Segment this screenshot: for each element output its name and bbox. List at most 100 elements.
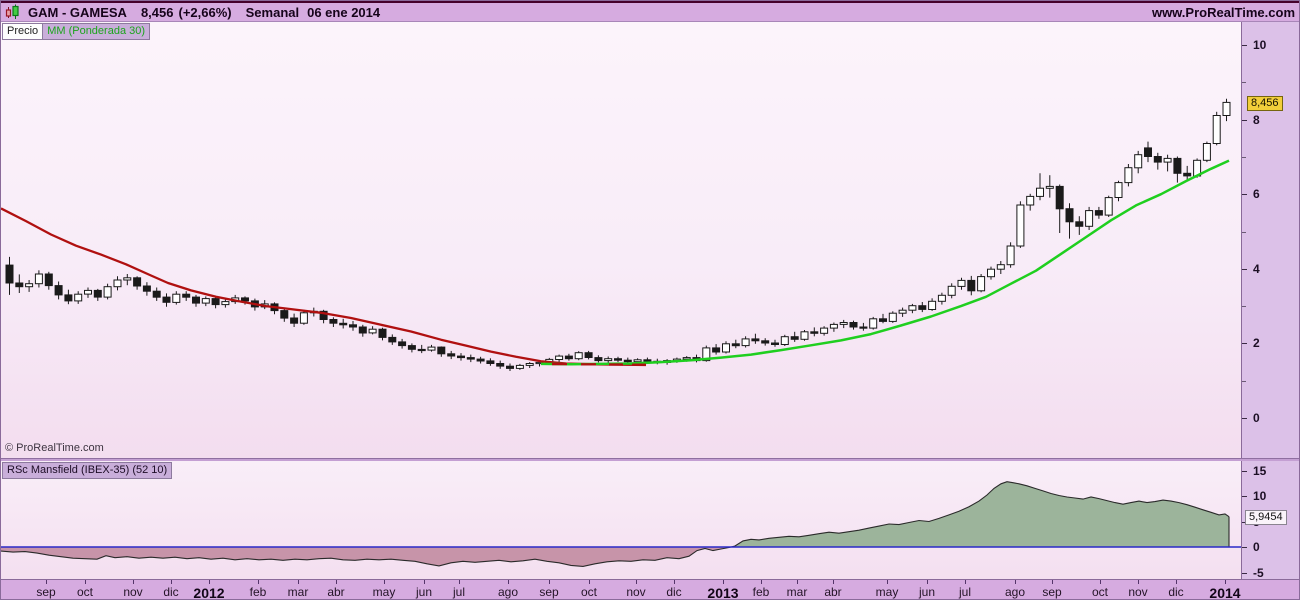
candle-body [447,353,456,357]
candle-body [133,277,142,287]
time-axis-month-label: sep [539,585,559,599]
time-axis-month-label: jun [415,585,433,599]
time-axis-year-label: 2012 [193,585,225,600]
candle-body [339,322,348,326]
price-axis-tick [1242,269,1247,270]
symbol-name: GAM - GAMESA [28,4,127,20]
candle-body [771,342,779,345]
time-axis-month-label: oct [580,585,598,599]
time-axis-tick [209,580,210,584]
price-axis-tick [1242,418,1247,419]
time-axis-tick [1225,580,1226,584]
moving-average-chip[interactable]: MM (Ponderada 30) [43,23,151,40]
candle-body [84,289,92,295]
price-axis-tick-label: 4 [1253,262,1260,276]
rsc-mansfield-plot[interactable] [1,461,1241,579]
price-axis-tick [1242,343,1247,344]
time-axis-month-label: nov [1128,585,1148,599]
price-axis-tick [1242,45,1247,46]
time-axis-month-label: nov [626,585,646,599]
rsc-axis[interactable]: 5,9454 151050-5 [1241,461,1299,580]
website-link[interactable]: www.ProRealTime.com [1152,5,1295,20]
candle-body [780,336,789,346]
candle-body [437,346,446,355]
last-price: 8,456 [140,4,174,20]
time-axis-tick [549,580,550,584]
candle-body [182,293,191,298]
time-axis-tick [1015,580,1016,584]
candle-body [859,326,868,329]
ma-falling-line [1,207,647,367]
time-axis-month-label: mar [287,585,309,599]
candle-body [604,358,613,362]
candles [5,98,1231,371]
candle-body [496,363,505,367]
candle-body [486,360,495,364]
time-axis-tick [887,580,888,584]
candle-body [987,268,995,278]
candle-body [1134,154,1143,169]
price-axis-tick-label: 6 [1253,187,1260,201]
candle-body [829,323,838,329]
time-axis-month-label: sep [36,585,56,599]
candle-body [1016,204,1025,247]
candle-body [1055,185,1064,210]
candle-body [1183,172,1192,177]
candle-body [241,297,249,302]
price-axis-minor-tick [1242,381,1246,382]
candle-body [1114,182,1123,199]
copyright-text: © ProRealTime.com [5,442,104,454]
time-axis-tick [1100,580,1101,584]
candle-body [54,285,63,296]
price-axis-minor-tick [1242,82,1246,83]
candle-body [1163,157,1172,163]
price-panel-chip[interactable]: Precio [2,23,44,40]
candle-body [388,336,397,343]
candle-body [643,359,652,362]
candle-body [25,283,34,288]
candle-body [967,279,976,292]
rsc-mansfield-chip[interactable]: RSc Mansfield (IBEX-35) (52 10) [2,462,173,479]
ma-rising-line [540,159,1230,366]
candle-body [398,341,407,347]
candle-body [1065,208,1074,223]
time-axis-tick [674,580,675,584]
candle-body [34,273,43,285]
candle-body [466,357,475,360]
candle-body [162,296,171,303]
price-axis[interactable]: 8,456 0 2 4 6 8 10 [1241,22,1299,458]
candle-body [74,293,83,302]
price-chart-plot[interactable] [1,22,1241,458]
time-axis-tick [636,580,637,584]
panel-divider[interactable] [1,458,1299,461]
candle-body [908,305,917,311]
candle-body [928,300,937,310]
candle-body [64,294,73,302]
time-axis-tick [833,580,834,584]
price-axis-tick-label: 10 [1253,38,1267,52]
time-axis-tick [1176,580,1177,584]
time-axis[interactable]: sep oct nov dic 2012 feb mar abr may jun jul ago sep… [1,579,1299,600]
candle-body [761,340,770,344]
time-axis-month-label: abr [824,585,842,599]
rsc-axis-tick [1242,547,1247,548]
candle-body [820,327,829,334]
candle-body [280,310,289,319]
candle-body [427,346,436,351]
candle-body [879,318,887,322]
time-axis-month-label: dic [1168,585,1184,599]
time-axis-tick [1138,580,1139,584]
time-axis-tick [965,580,966,584]
candle-body [918,305,927,310]
time-axis-tick [927,580,928,584]
candle-body [800,331,809,340]
time-axis-month-label: jul [452,585,466,599]
time-axis-month-label: oct [76,585,94,599]
candle-body [44,273,53,287]
candle-body [103,286,112,298]
candle-body [1075,221,1084,227]
candle-body [947,285,956,296]
candle-body [506,365,514,369]
candle-body [1144,147,1152,158]
time-axis-month-label: dic [163,585,179,599]
